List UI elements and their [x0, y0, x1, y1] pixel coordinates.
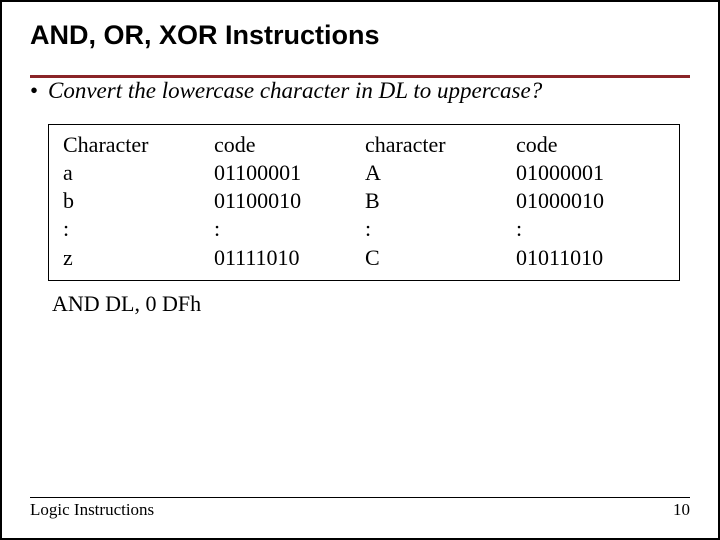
- col4-header: code: [516, 131, 667, 159]
- col1-row1: a: [63, 159, 214, 187]
- instruction-line: AND DL, 0 DFh: [52, 291, 690, 317]
- footer-divider: [30, 497, 690, 498]
- col3-row4: C: [365, 244, 516, 272]
- col2-row2: 01100010: [214, 187, 365, 215]
- footer-left: Logic Instructions: [30, 500, 154, 520]
- col1-header: Character: [63, 131, 214, 159]
- col2-row4: 01111010: [214, 244, 365, 272]
- table-col-3: character A B : C: [365, 131, 516, 272]
- col2-header: code: [214, 131, 365, 159]
- col2-row3: :: [214, 215, 365, 243]
- slide-title: AND, OR, XOR Instructions: [30, 20, 690, 57]
- footer-page-number: 10: [673, 500, 690, 520]
- character-code-table: Character a b : z code 01100001 01100010…: [48, 124, 680, 281]
- col4-row2: 01000010: [516, 187, 667, 215]
- title-block: AND, OR, XOR Instructions: [30, 20, 690, 78]
- bullet-text: Convert the lowercase character in DL to…: [48, 78, 542, 104]
- table-col-1: Character a b : z: [63, 131, 214, 272]
- col3-row3: :: [365, 215, 516, 243]
- footer-row: Logic Instructions 10: [30, 500, 690, 520]
- col3-row2: B: [365, 187, 516, 215]
- col1-row2: b: [63, 187, 214, 215]
- slide-frame: AND, OR, XOR Instructions • Convert the …: [0, 0, 720, 540]
- col3-row1: A: [365, 159, 516, 187]
- bullet-dot-icon: •: [30, 78, 48, 104]
- table-col-4: code 01000001 01000010 : 01011010: [516, 131, 667, 272]
- col3-header: character: [365, 131, 516, 159]
- bullet-item: • Convert the lowercase character in DL …: [30, 78, 690, 104]
- col2-row1: 01100001: [214, 159, 365, 187]
- col1-row3: :: [63, 215, 214, 243]
- slide-content: AND, OR, XOR Instructions • Convert the …: [2, 2, 718, 317]
- slide-footer: Logic Instructions 10: [2, 497, 718, 520]
- table-col-2: code 01100001 01100010 : 01111010: [214, 131, 365, 272]
- col4-row3: :: [516, 215, 667, 243]
- col1-row4: z: [63, 244, 214, 272]
- col4-row1: 01000001: [516, 159, 667, 187]
- table-columns: Character a b : z code 01100001 01100010…: [63, 131, 667, 272]
- col4-row4: 01011010: [516, 244, 667, 272]
